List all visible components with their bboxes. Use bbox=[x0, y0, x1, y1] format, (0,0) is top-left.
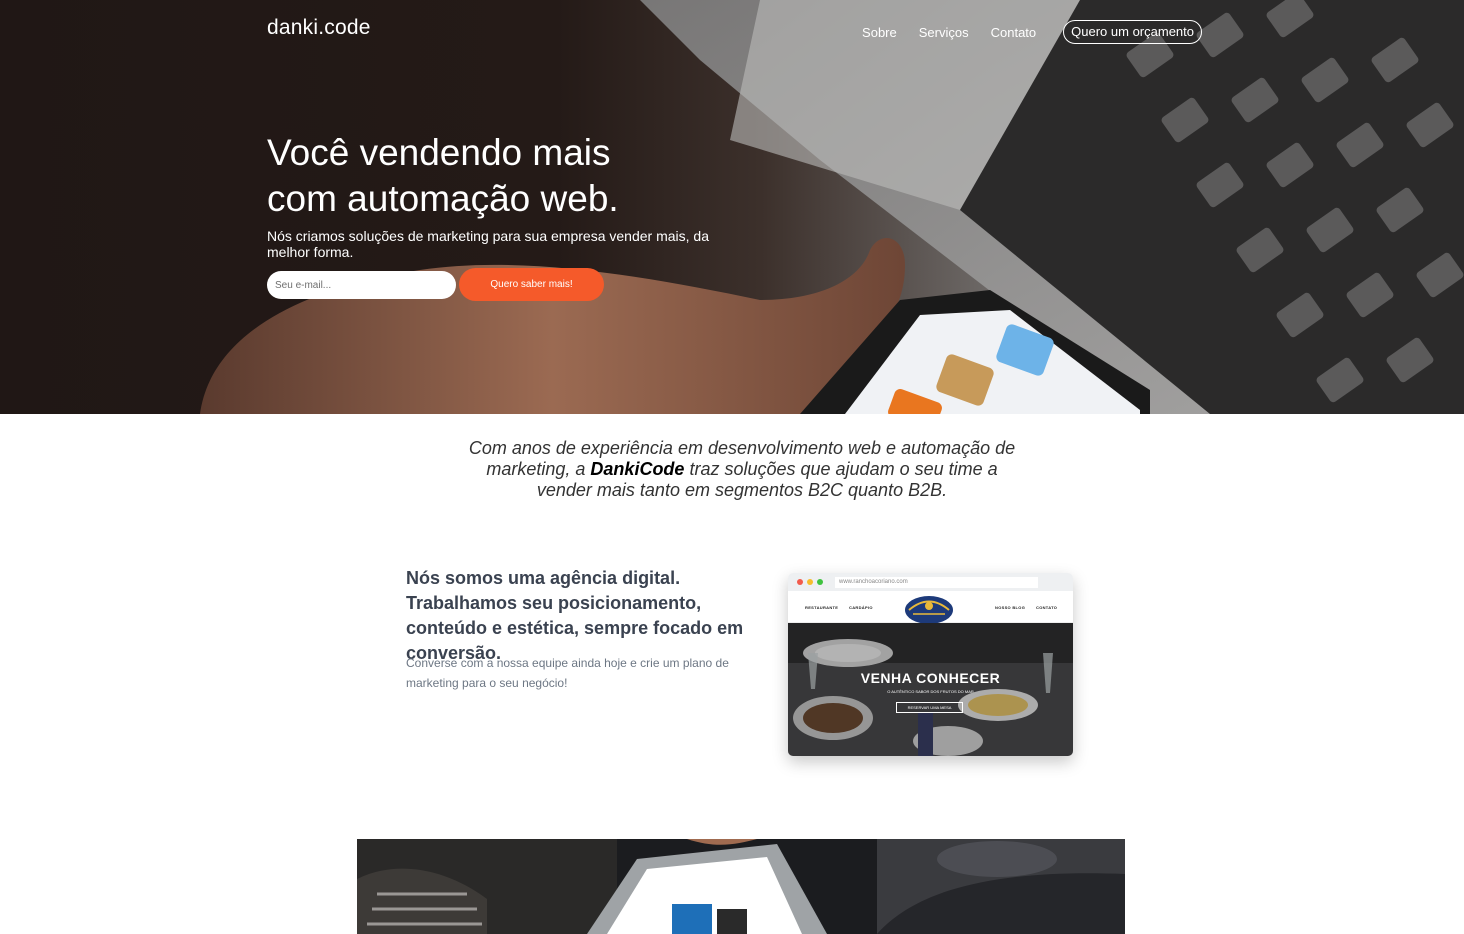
nav-link-servicos[interactable]: Serviços bbox=[919, 25, 969, 40]
hero-subtitle: Nós criamos soluções de marketing para s… bbox=[267, 228, 709, 260]
team-laptop-photo bbox=[357, 839, 1125, 934]
mockup-hero-subtitle: O AUTÊNTICO SABOR DOS FRUTOS DO MAR bbox=[887, 689, 974, 694]
site-logo[interactable]: danki.code bbox=[267, 16, 371, 40]
intro-statement: Com anos de experiência em desenvolvimen… bbox=[462, 438, 1022, 501]
mockup-nav-item: NOSSO BLOG bbox=[995, 605, 1026, 610]
mockup-nav-item: RESTAURANTE bbox=[805, 605, 839, 610]
email-input[interactable] bbox=[267, 271, 456, 299]
browser-url-bar: www.ranchoacoriano.com bbox=[835, 577, 1038, 588]
browser-dot-minimize-icon bbox=[807, 579, 813, 585]
nav-link-sobre[interactable]: Sobre bbox=[862, 25, 897, 40]
hero-title-line-2: com automação web. bbox=[267, 178, 619, 219]
hero-title-line-1: Você vendendo mais bbox=[267, 132, 611, 173]
mockup-nav-item: CONTATO bbox=[1036, 605, 1058, 610]
browser-dot-close-icon bbox=[797, 579, 803, 585]
mockup-hero-title: VENHA CONHECER bbox=[860, 670, 1001, 686]
agency-text: Converse com a nossa equipe ainda hoje e… bbox=[406, 656, 729, 690]
hero-title: Você vendendo mais com automação web. bbox=[267, 130, 787, 222]
browser-dot-maximize-icon bbox=[817, 579, 823, 585]
mockup-reserve-button: RESERVAR UMA MESA bbox=[896, 702, 963, 713]
mockup-hero-image: VENHA CONHECER O AUTÊNTICO SABOR DOS FRU… bbox=[788, 623, 1073, 756]
hero-section: danki.code Sobre Serviços Contato Quero … bbox=[0, 0, 1464, 414]
intro-brand: DankiCode bbox=[590, 459, 685, 479]
restaurant-emblem-icon bbox=[905, 596, 953, 624]
team-photo bbox=[357, 839, 1125, 934]
quote-request-button[interactable]: Quero um orçamento bbox=[1063, 20, 1202, 44]
nav-link-contato[interactable]: Contato bbox=[991, 25, 1037, 40]
learn-more-button[interactable]: Quero saber mais! bbox=[459, 268, 604, 301]
mockup-nav-item: CARDÁPIO bbox=[849, 605, 873, 610]
browser-toolbar: www.ranchoacoriano.com bbox=[788, 573, 1073, 591]
main-nav: Sobre Serviços Contato Quero um orçament… bbox=[840, 20, 1202, 44]
mockup-site-nav: RESTAURANTE CARDÁPIO NOSSO BLOG CONTATO bbox=[788, 591, 1073, 624]
agency-heading: Nós somos uma agência digital. Trabalham… bbox=[406, 568, 744, 663]
website-mockup: www.ranchoacoriano.com RESTAURANTE CARDÁ… bbox=[788, 573, 1073, 756]
